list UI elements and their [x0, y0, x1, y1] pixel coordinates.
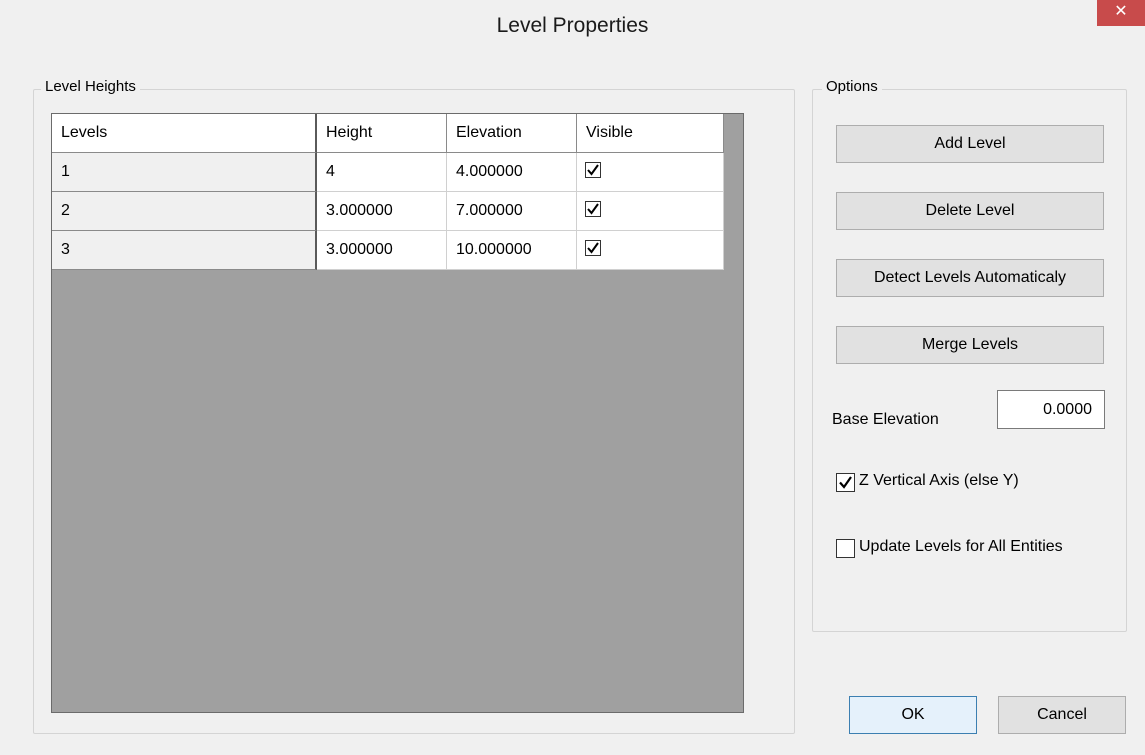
update-levels-label[interactable]: Update Levels for All Entities [859, 538, 1063, 556]
height-cell-3[interactable]: 3.000000 [317, 231, 447, 270]
elevation-cell-1[interactable]: 4.000000 [447, 153, 577, 192]
height-cell-2[interactable]: 3.000000 [317, 192, 447, 231]
options-label: Options [822, 78, 882, 95]
base-elevation-input[interactable]: 0.0000 [997, 390, 1105, 429]
elevation-cell-3[interactable]: 10.000000 [447, 231, 577, 270]
z-vertical-label[interactable]: Z Vertical Axis (else Y) [859, 472, 1019, 490]
visible-cell-2 [577, 192, 724, 231]
elevation-cell-2[interactable]: 7.000000 [447, 192, 577, 231]
ok-button[interactable]: OK [849, 696, 977, 734]
visible-checkbox-3[interactable] [585, 240, 601, 256]
z-vertical-checkbox[interactable] [836, 473, 855, 492]
level-heights-label: Level Heights [41, 78, 140, 95]
visible-cell-3 [577, 231, 724, 270]
levels-grid[interactable]: Levels Height Elevation Visible 1 4 4.00… [51, 113, 744, 713]
height-cell-1[interactable]: 4 [317, 153, 447, 192]
column-header-elevation[interactable]: Elevation [447, 114, 577, 153]
row-header-level-1[interactable]: 1 [52, 153, 317, 192]
close-button[interactable]: ✕ [1097, 0, 1145, 26]
merge-levels-button[interactable]: Merge Levels [836, 326, 1104, 364]
update-levels-checkbox[interactable] [836, 539, 855, 558]
detect-levels-button[interactable]: Detect Levels Automaticaly [836, 259, 1104, 297]
column-header-visible[interactable]: Visible [577, 114, 724, 153]
add-level-button[interactable]: Add Level [836, 125, 1104, 163]
cancel-button[interactable]: Cancel [998, 696, 1126, 734]
checkmark-icon [587, 164, 599, 176]
row-header-level-2[interactable]: 2 [52, 192, 317, 231]
row-header-level-3[interactable]: 3 [52, 231, 317, 270]
window-title: Level Properties [496, 14, 649, 37]
visible-checkbox-1[interactable] [585, 162, 601, 178]
column-header-levels[interactable]: Levels [52, 114, 317, 153]
visible-cell-1 [577, 153, 724, 192]
column-header-height[interactable]: Height [317, 114, 447, 153]
close-icon: ✕ [1114, 3, 1128, 20]
title-bar: Level Properties ✕ [0, 0, 1145, 52]
checkmark-icon [839, 476, 852, 489]
base-elevation-label: Base Elevation [832, 411, 939, 428]
delete-level-button[interactable]: Delete Level [836, 192, 1104, 230]
checkmark-icon [587, 242, 599, 254]
visible-checkbox-2[interactable] [585, 201, 601, 217]
checkmark-icon [587, 203, 599, 215]
